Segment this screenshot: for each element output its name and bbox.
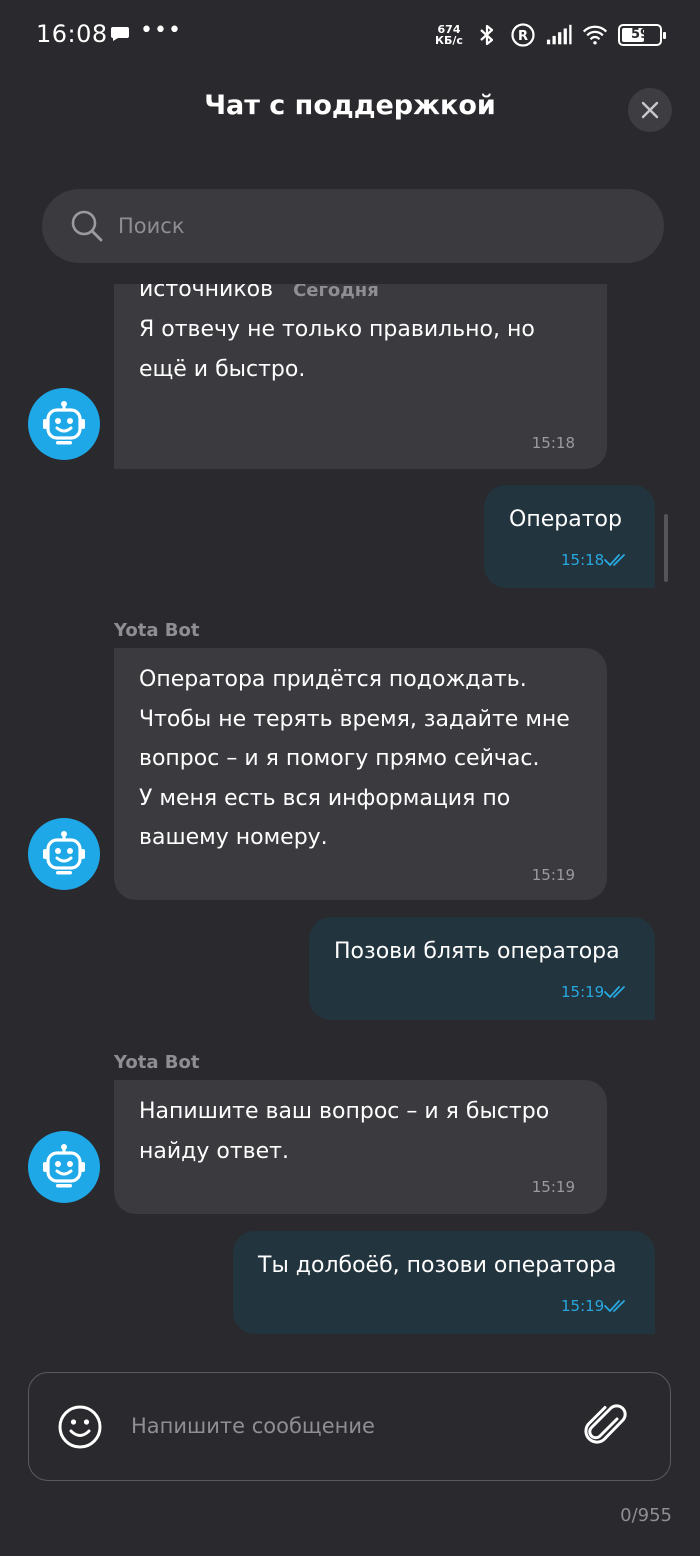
sender-name: Yota Bot: [114, 1052, 200, 1073]
message-time: 15:19: [561, 983, 605, 1001]
more-notifications-icon: •••: [140, 18, 182, 43]
smiley-icon[interactable]: [57, 1404, 103, 1450]
svg-text:R: R: [518, 29, 528, 44]
robot-icon: [43, 831, 85, 875]
paperclip-icon[interactable]: [581, 1401, 631, 1451]
chat-notification-icon: [111, 27, 129, 41]
bot-avatar: [28, 388, 100, 460]
double-check-icon: [604, 554, 625, 566]
message-time: 15:18: [561, 551, 605, 569]
double-check-icon: [604, 986, 625, 998]
status-icons: 674 КБ/с R 59: [434, 20, 666, 50]
message-composer[interactable]: [28, 1372, 671, 1481]
message-time: 15:19: [531, 1178, 575, 1196]
message-input[interactable]: [131, 1373, 571, 1479]
battery-indicator: 59: [618, 24, 666, 46]
bluetooth-icon: [480, 24, 494, 46]
message-outgoing: Ты долбоёб, позови оператора 15:19: [233, 1231, 655, 1334]
search-bar[interactable]: [42, 189, 664, 263]
date-label: Сегодня: [293, 284, 379, 301]
message-text: Напишите ваш вопрос – и я быстро найду о…: [139, 1099, 550, 1164]
double-check-icon: [604, 1300, 625, 1312]
message-outgoing: Оператор 15:18: [484, 485, 655, 588]
page-title: Чат с поддержкой: [204, 90, 496, 121]
robot-icon: [43, 401, 85, 445]
chat-messages[interactable]: оператором берем из одних источниковСего…: [0, 284, 700, 1354]
search-icon: [71, 210, 103, 242]
network-speed-unit: КБ/с: [435, 34, 463, 47]
message-time: 15:18: [531, 434, 575, 452]
search-input[interactable]: [118, 189, 618, 263]
message-incoming: Напишите ваш вопрос – и я быстро найду о…: [114, 1080, 607, 1214]
message-text: Оператор: [509, 507, 622, 532]
robot-icon: [43, 1144, 85, 1188]
message-outgoing: Позови блять оператора 15:19: [309, 917, 655, 1020]
message-text: оператором берем из одних источниковСего…: [139, 284, 599, 389]
sender-name: Yota Bot: [114, 620, 200, 641]
message-time: 15:19: [561, 1297, 605, 1315]
status-bar: 16:08 ••• 674 КБ/с R 59: [0, 0, 700, 72]
message-text: Ты долбоёб, позови оператора: [258, 1253, 617, 1278]
status-time: 16:08: [36, 20, 108, 48]
message-text: Оператора придётся подождать. Чтобы не т…: [139, 667, 570, 850]
scrollbar[interactable]: [664, 514, 668, 582]
close-button[interactable]: [628, 88, 672, 132]
battery-level: 59: [630, 27, 650, 42]
message-incoming: оператором берем из одних источниковСего…: [114, 284, 607, 469]
message-incoming: Оператора придётся подождать. Чтобы не т…: [114, 648, 607, 900]
signal-icon: [546, 24, 572, 45]
close-icon: [641, 101, 659, 119]
wifi-icon: [582, 25, 608, 45]
character-counter: 0/955: [620, 1505, 672, 1526]
bot-avatar: [28, 1131, 100, 1203]
message-time: 15:19: [531, 866, 575, 884]
roaming-icon: R: [511, 23, 535, 47]
bot-avatar: [28, 818, 100, 890]
message-text: Позови блять оператора: [334, 939, 620, 964]
network-speed: 674 КБ/с: [434, 24, 464, 46]
